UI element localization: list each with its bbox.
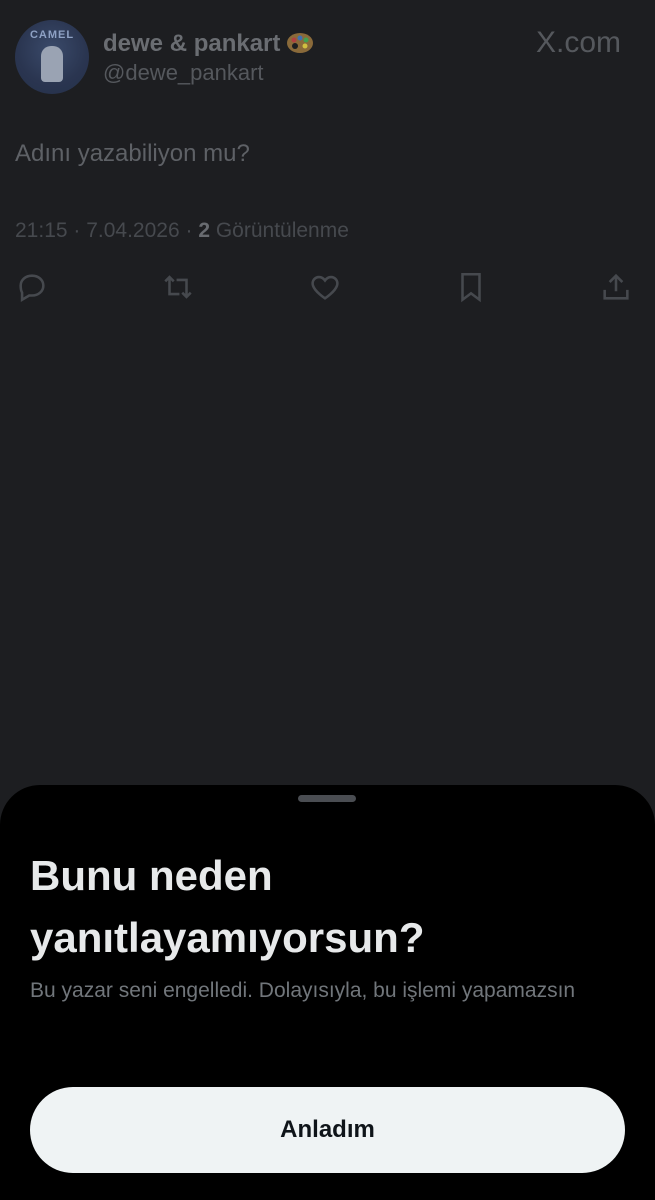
reply-restricted-sheet: Bunu neden yanıtlayamıyorsun? Bu yazar s… (0, 785, 655, 1200)
sheet-title: Bunu neden yanıtlayamıyorsun? (30, 852, 425, 961)
avatar-figure (41, 46, 63, 82)
tweet-actions (15, 270, 633, 304)
bookmark-icon[interactable] (454, 270, 488, 304)
share-icon[interactable] (599, 270, 633, 304)
author-handle[interactable]: @dewe_pankart (103, 60, 264, 86)
reply-icon[interactable] (15, 270, 49, 304)
x-com-brand: X.com (535, 26, 621, 59)
views-count: 2 (198, 219, 210, 242)
got-it-button[interactable]: Anladım (30, 1087, 625, 1173)
tweet-text: Adını yazabiliyon mu? (15, 140, 250, 167)
sheet-description: Bu yazar seni engelledi. Dolayısıyla, bu… (30, 979, 576, 1002)
like-icon[interactable] (308, 270, 342, 304)
tweet-meta: 21:15 · 7.04.2026 · 2 Görüntülenme (15, 219, 349, 243)
views-label: Görüntülenme (210, 219, 349, 242)
author-name[interactable]: dewe & pankart (103, 30, 314, 58)
retweet-icon[interactable] (161, 270, 195, 304)
author-name-text: dewe & pankart (103, 30, 281, 57)
avatar[interactable]: CAMEL (15, 20, 89, 94)
tweet-timestamp: 21:15 · 7.04.2026 · (15, 219, 199, 242)
avatar-logo-text: CAMEL (29, 29, 75, 41)
sheet-drag-handle[interactable] (298, 795, 356, 802)
artist-palette-icon (287, 33, 314, 53)
